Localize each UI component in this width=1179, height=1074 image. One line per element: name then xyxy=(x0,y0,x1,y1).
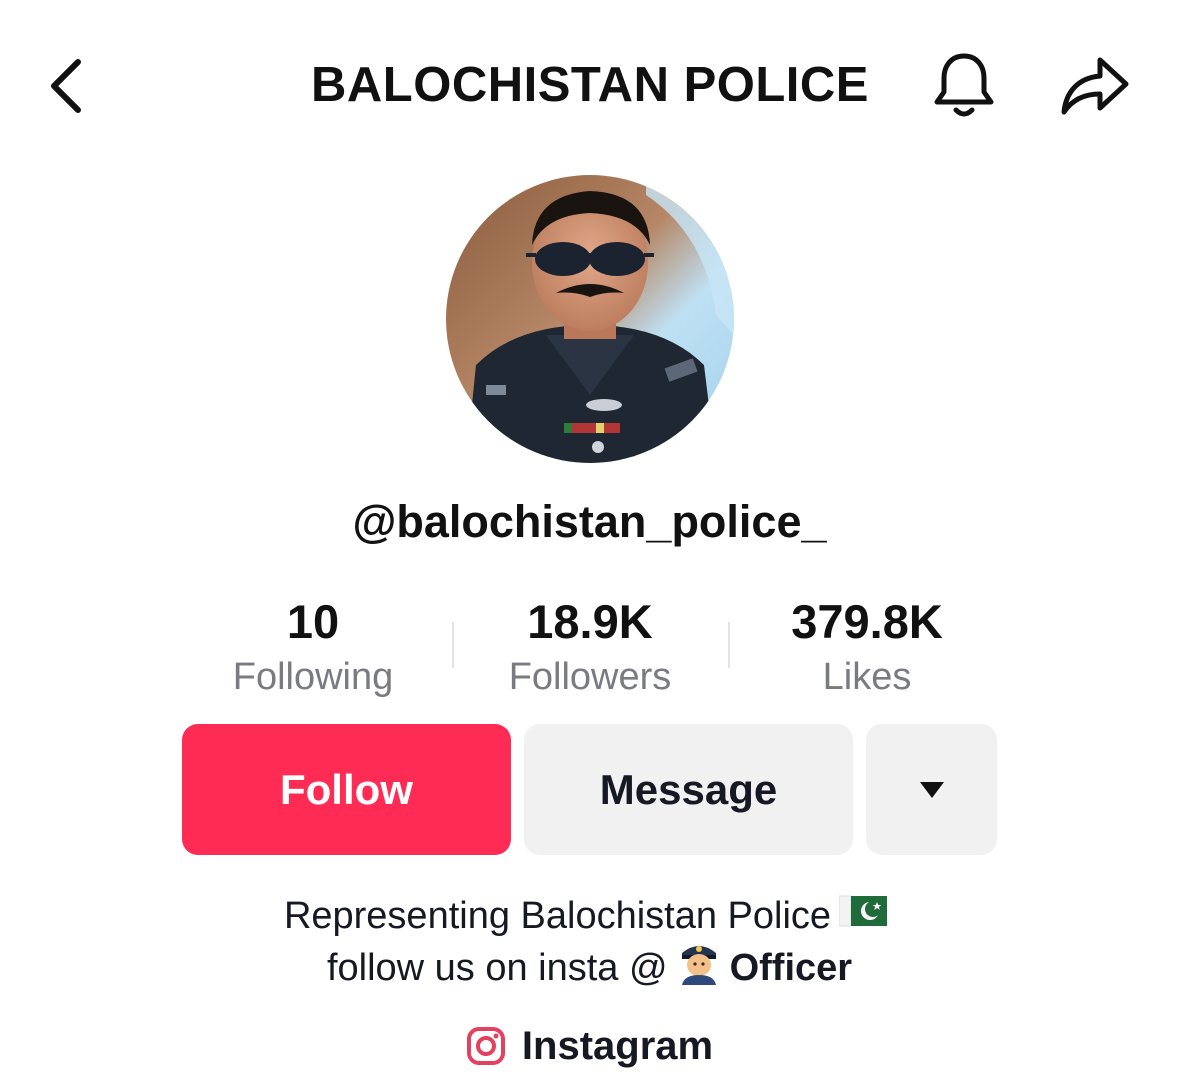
chevron-left-icon xyxy=(51,59,81,113)
profile-avatar[interactable] xyxy=(446,175,734,463)
profile-bio: Representing Balochistan Police follow u… xyxy=(0,890,1179,994)
stat-likes-label: Likes xyxy=(822,656,912,698)
police-officer-emoji-icon xyxy=(676,937,722,999)
pakistan-flag-icon xyxy=(838,890,888,942)
instagram-link[interactable]: Instagram xyxy=(0,1018,1179,1074)
stat-following-value: 10 xyxy=(286,595,340,648)
message-button[interactable]: Message xyxy=(524,724,853,855)
share-button[interactable] xyxy=(1054,48,1134,124)
caret-down-icon xyxy=(919,781,944,798)
bio-line-1: Representing Balochistan Police xyxy=(0,890,1179,942)
stat-following[interactable]: 10 Following xyxy=(175,592,451,704)
more-options-button[interactable] xyxy=(866,724,997,855)
stat-following-label: Following xyxy=(232,656,394,698)
profile-stats: 10 Following 18.9K Followers 379.8K Like… xyxy=(175,592,1005,704)
page-title: BALOCHISTAN POLICE xyxy=(311,58,869,112)
stat-followers-value: 18.9K xyxy=(527,595,653,648)
follow-button[interactable]: Follow xyxy=(182,724,511,855)
bio-line-2-text: follow us on insta @ xyxy=(326,947,668,989)
stat-likes-value: 379.8K xyxy=(791,595,943,648)
bell-icon xyxy=(934,53,994,117)
police-officer-avatar xyxy=(446,175,734,463)
top-bar: BALOCHISTAN POLICE xyxy=(0,0,1179,170)
stat-divider xyxy=(452,622,454,668)
stat-divider xyxy=(728,622,730,668)
profile-username: @balochistan_police_ xyxy=(352,496,827,547)
bio-line-2: follow us on insta @ Officer xyxy=(0,942,1179,994)
stat-followers-label: Followers xyxy=(508,656,672,698)
notification-bell-button[interactable] xyxy=(926,48,1002,124)
stat-followers[interactable]: 18.9K Followers xyxy=(452,592,728,704)
bio-line-2-bold: Officer xyxy=(729,947,853,989)
bio-line-1-text: Representing Balochistan Police xyxy=(283,895,832,937)
back-button[interactable] xyxy=(30,50,102,122)
instagram-link-label: Instagram xyxy=(521,1023,714,1068)
share-arrow-icon xyxy=(1061,57,1129,115)
instagram-icon xyxy=(466,1027,505,1065)
stat-likes: 379.8K Likes xyxy=(729,592,1005,704)
